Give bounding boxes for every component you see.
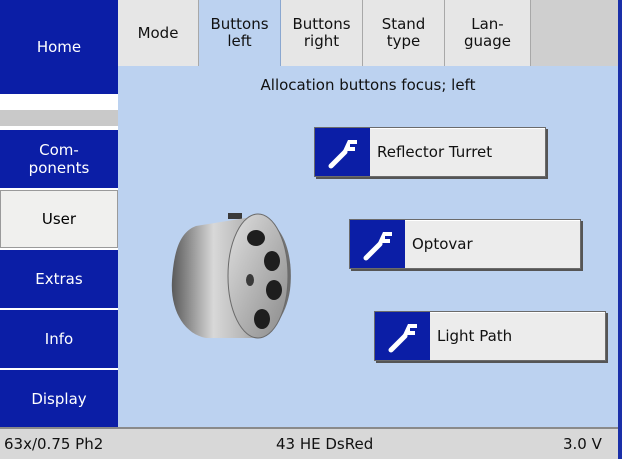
tab-mode[interactable]: Mode <box>118 0 199 66</box>
sidebar-item-label: Com- ponents <box>28 141 90 177</box>
wrench-icon <box>375 312 430 360</box>
wrench-icon <box>350 220 405 268</box>
sidebar-item-user[interactable]: User <box>0 190 118 248</box>
tab-label: Buttons left <box>210 15 269 50</box>
wrench-icon <box>315 128 370 176</box>
sidebar-item-label: Display <box>31 389 87 408</box>
optovar-button[interactable]: Optovar <box>349 219 581 269</box>
tab-buttons-left[interactable]: Buttons left <box>199 0 281 66</box>
sidebar-item-components[interactable]: Com- ponents <box>0 130 118 188</box>
voltage-status: 3.0 V <box>563 435 602 453</box>
sidebar-item-extras[interactable]: Extras <box>0 250 118 308</box>
tab-label: Buttons right <box>292 15 351 50</box>
content-panel: Allocation buttons focus; left Reflector… <box>118 66 618 427</box>
filter-status: 43 HE DsRed <box>276 435 374 453</box>
reflector-turret-button[interactable]: Reflector Turret <box>314 127 546 177</box>
sidebar-item-display[interactable]: Display <box>0 370 118 427</box>
app-window: Home Com- ponents User Extras Info Displ… <box>0 0 622 459</box>
tab-stand-type[interactable]: Stand type <box>363 0 445 66</box>
sidebar-item-label: User <box>41 210 77 228</box>
sidebar-item-label: Info <box>44 330 74 348</box>
tab-label: Lan- guage <box>464 15 511 50</box>
sidebar-item-info[interactable]: Info <box>0 310 118 368</box>
tab-buttons-right[interactable]: Buttons right <box>281 0 363 66</box>
reflector-turret-image <box>166 206 296 350</box>
sidebar-item-label: Home <box>36 38 82 56</box>
tab-bar-filler <box>531 0 618 66</box>
button-label: Reflector Turret <box>377 143 493 161</box>
sidebar-separator <box>0 110 118 126</box>
page-title: Allocation buttons focus; left <box>260 76 476 94</box>
tab-label: Mode <box>137 23 179 42</box>
light-path-button[interactable]: Light Path <box>374 311 606 361</box>
sidebar-item-home[interactable]: Home <box>0 0 118 94</box>
tab-label: Stand type <box>381 15 426 50</box>
tab-language[interactable]: Lan- guage <box>445 0 531 66</box>
sidebar-item-label: Extras <box>35 270 83 288</box>
button-label: Light Path <box>437 327 513 345</box>
button-label: Optovar <box>412 235 473 253</box>
objective-status: 63x/0.75 Ph2 <box>4 435 104 453</box>
status-bar: 63x/0.75 Ph2 43 HE DsRed 3.0 V <box>0 427 618 459</box>
